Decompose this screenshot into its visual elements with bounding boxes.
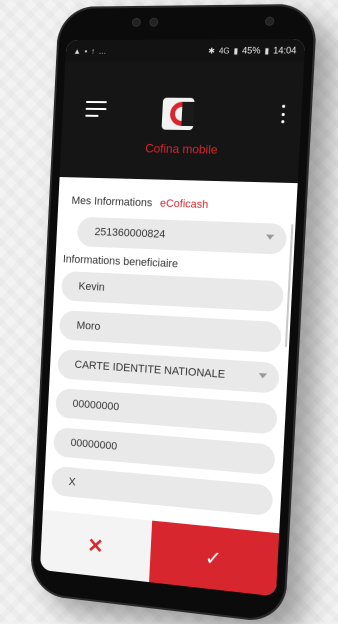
battery-level: 45%	[241, 45, 261, 56]
stage: ▲ ▪ ↑ … ✱ 4G ▮ 45% ▮ 14:04 Cofina mobile…	[0, 0, 338, 624]
beneficiary-section-label: Informations beneficiaire	[62, 253, 179, 271]
phone-number-value: 00000000	[70, 437, 118, 453]
battery-icon: ▮	[264, 45, 270, 56]
camera-icon	[131, 17, 141, 27]
last-name-field[interactable]: Moro	[58, 310, 283, 353]
phone-frame: ▲ ▪ ↑ … ✱ 4G ▮ 45% ▮ 14:04 Cofina mobile…	[29, 3, 318, 624]
upload-icon: ↑	[90, 46, 96, 56]
extra-field-value: X	[68, 476, 76, 489]
tab-mes-informations[interactable]: Mes Informations	[71, 195, 152, 209]
vertical-dots-icon[interactable]	[280, 104, 285, 124]
check-icon: ✓	[204, 546, 223, 571]
close-icon: ✕	[86, 534, 104, 558]
app-title: Cofina mobile	[144, 141, 218, 157]
extra-field[interactable]: X	[51, 465, 274, 517]
cofina-logo	[161, 97, 195, 131]
account-value: 251360000824	[94, 226, 166, 241]
notification-icon: ▪	[84, 46, 88, 56]
first-name-value: Kevin	[78, 280, 105, 294]
tab-ecoficash[interactable]: eCoficash	[160, 198, 209, 212]
scrollbar[interactable]	[284, 224, 294, 348]
phone-screen: ▲ ▪ ↑ … ✱ 4G ▮ 45% ▮ 14:04 Cofina mobile…	[39, 39, 306, 597]
id-number-field[interactable]: 00000000	[55, 387, 278, 435]
clock: 14:04	[272, 45, 297, 56]
bluetooth-icon: ✱	[208, 45, 216, 56]
first-name-field[interactable]: Kevin	[60, 271, 285, 313]
status-bar: ▲ ▪ ↑ … ✱ 4G ▮ 45% ▮ 14:04	[65, 39, 306, 62]
last-name-value: Moro	[76, 319, 101, 333]
chevron-down-icon	[258, 373, 268, 379]
account-select[interactable]: 251360000824	[76, 216, 288, 255]
confirm-button[interactable]: ✓	[149, 520, 280, 597]
form-content: Mes Informations eCoficash 251360000824 …	[42, 177, 298, 534]
cell-signal-icon: ▮	[233, 45, 239, 56]
hamburger-menu-icon[interactable]	[85, 100, 107, 117]
id-type-value: CARTE IDENTITE NATIONALE	[74, 358, 226, 381]
id-type-select[interactable]: CARTE IDENTITE NATIONALE	[56, 349, 280, 394]
front-camera-icon	[264, 16, 275, 26]
id-number-value: 00000000	[72, 397, 120, 414]
signal-icon: ▲	[73, 46, 82, 56]
chevron-down-icon	[265, 234, 275, 240]
tab-bar: Mes Informations eCoficash	[71, 195, 208, 211]
cancel-button[interactable]: ✕	[39, 509, 153, 583]
more-notifications-icon: …	[98, 46, 107, 56]
app-bar: Cofina mobile	[59, 61, 305, 184]
network-type: 4G	[218, 45, 230, 56]
sensor-icon	[149, 17, 159, 27]
